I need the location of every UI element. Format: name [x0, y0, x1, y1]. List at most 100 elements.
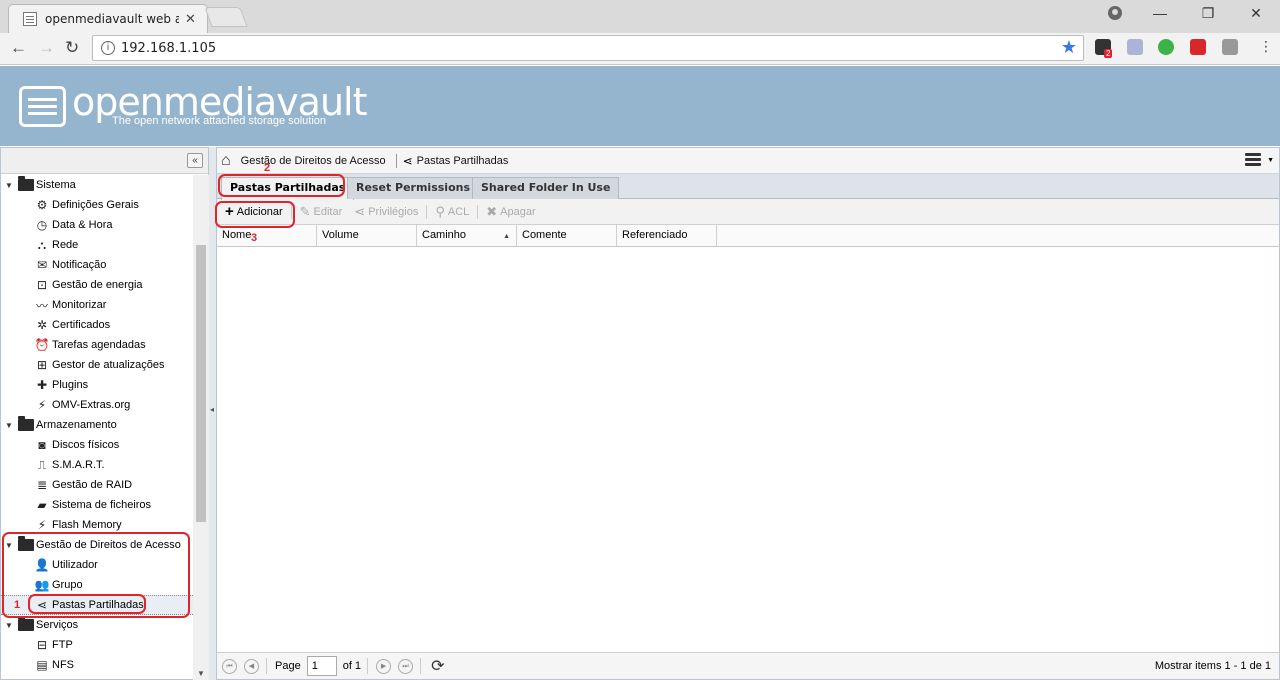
tree-group-node[interactable]: ▼ Serviços	[1, 615, 193, 635]
menu-dropdown-icon[interactable]: ▼	[1267, 157, 1274, 164]
tree-group-node[interactable]: ▼ Sistema	[1, 175, 193, 195]
previous-page-icon[interactable]: ◀	[244, 658, 259, 674]
page-favicon-icon	[23, 12, 37, 26]
tab-shared-folders[interactable]: Pastas Partilhadas	[221, 177, 355, 200]
annotation-number-3: 3	[251, 232, 258, 244]
splitter-arrow-icon[interactable]: ◂	[210, 405, 214, 414]
folder-icon: ▰	[37, 498, 47, 512]
tree-item[interactable]: ≣ Gestão de RAID	[1, 475, 193, 495]
back-arrow-icon[interactable]: ←	[10, 38, 27, 58]
column-header-volume[interactable]: Volume	[317, 225, 417, 246]
tree-item[interactable]: ⏰ Tarefas agendadas	[1, 335, 193, 355]
panel-splitter[interactable]: ◂	[209, 147, 216, 680]
tree-item[interactable]: ▤ NFS	[1, 655, 193, 675]
delete-button[interactable]: ✖ Apagar	[482, 202, 539, 222]
hamburger-menu-icon[interactable]	[1245, 153, 1261, 167]
acl-button[interactable]: ⚲ ACL	[431, 202, 473, 222]
tree-item[interactable]: ✉ Notificação	[1, 255, 193, 275]
main-panel: ⌂ Gestão de Direitos de Acesso ⋖ Pastas …	[216, 147, 1280, 680]
navigation-panel-header: «	[1, 148, 208, 174]
first-page-icon[interactable]: ⏮	[222, 658, 237, 674]
tree-item[interactable]: ⎍ S.M.A.R.T.	[1, 455, 193, 475]
annotation-number-1: 1	[14, 599, 21, 611]
tree-item[interactable]: ◙ Discos físicos	[1, 435, 193, 455]
last-page-icon[interactable]: ⏭	[398, 658, 414, 674]
extension-icon-2[interactable]	[1127, 39, 1143, 55]
minimize-button[interactable]: —	[1136, 5, 1184, 21]
tree-item[interactable]: 👤 Utilizador	[1, 555, 193, 575]
privileges-button[interactable]: ⋖ Privilégios	[350, 202, 422, 222]
url-text[interactable]: 192.168.1.105	[121, 41, 216, 56]
browser-tab-strip: openmediavault web adr ✕ — ❐ ✕	[0, 0, 1280, 33]
tree-scrollbar-thumb[interactable]	[196, 245, 206, 522]
tree-item[interactable]: ✲ Certificados	[1, 315, 193, 335]
tree-item[interactable]: ⊟ FTP	[1, 635, 193, 655]
clock-icon: ◷	[36, 218, 48, 232]
expand-toggle-icon[interactable]: ▼	[5, 421, 15, 430]
omv-logo-icon	[19, 86, 66, 127]
share-icon: ⋖	[402, 153, 413, 168]
tab-close-icon[interactable]: ✕	[185, 11, 196, 27]
tree-item[interactable]: ⚡ OMV-Extras.org	[1, 395, 193, 415]
scroll-down-icon[interactable]: ▼	[197, 669, 205, 678]
tree-item[interactable]: ⚡ Flash Memory	[1, 515, 193, 535]
column-header-referenced[interactable]: Referenciado	[617, 225, 717, 246]
address-bar[interactable]: i 192.168.1.105 ★	[92, 35, 1084, 61]
column-header-name[interactable]: Nome	[217, 225, 317, 246]
annotation-number-2: 2	[264, 162, 271, 174]
share-icon: ⋖	[36, 598, 48, 612]
plus-icon: +	[225, 203, 234, 220]
expand-toggle-icon[interactable]: ▼	[5, 621, 15, 630]
tree-item-label: NFS	[52, 659, 74, 671]
tree-item[interactable]: ⚙ Definições Gerais	[1, 195, 193, 215]
bookmark-star-icon[interactable]: ★	[1061, 37, 1077, 58]
close-window-button[interactable]: ✕	[1232, 5, 1280, 22]
home-icon[interactable]: ⌂	[221, 152, 231, 170]
browser-tab[interactable]: openmediavault web adr ✕	[8, 4, 208, 33]
page-number-input[interactable]	[306, 656, 337, 676]
next-page-icon[interactable]: ▶	[376, 658, 392, 674]
expand-toggle-icon[interactable]: ▼	[5, 181, 15, 190]
tree-scrollbar[interactable]: ▼	[193, 175, 209, 680]
column-header-path[interactable]: Caminho ▲	[417, 225, 517, 246]
tree-item[interactable]: ⊡ Gestão de energia	[1, 275, 193, 295]
column-header-comment[interactable]: Comente	[517, 225, 617, 246]
tree-group-node[interactable]: ▼ Armazenamento	[1, 415, 193, 435]
site-info-icon[interactable]: i	[101, 41, 115, 55]
profile-icon[interactable]	[1108, 6, 1122, 20]
edit-icon: ✎	[299, 203, 311, 219]
expand-toggle-icon[interactable]: ▼	[5, 541, 15, 550]
tab-shared-folder-in-use[interactable]: Shared Folder In Use	[472, 177, 620, 199]
breadcrumb-separator	[395, 153, 397, 168]
maximize-button[interactable]: ❐	[1184, 5, 1232, 22]
extension-icon-4[interactable]	[1190, 39, 1206, 55]
tree-item[interactable]: ▰ Sistema de ficheiros	[1, 495, 193, 515]
tree-item-label: Monitorizar	[52, 299, 107, 311]
grid-body[interactable]	[217, 247, 1279, 647]
extension-icon-3[interactable]	[1158, 39, 1174, 55]
tree-group-label: Gestão de Direitos de Acesso	[36, 539, 181, 551]
tree-group-node[interactable]: ▼ Gestão de Direitos de Acesso	[1, 535, 193, 555]
tree-item[interactable]: ✚ Plugins	[1, 375, 193, 395]
tree-item[interactable]: ⋖ Pastas Partilhadas	[1, 595, 193, 615]
extension-icon-5[interactable]	[1222, 39, 1238, 55]
delete-button-label: Apagar	[500, 205, 536, 218]
tree-item[interactable]: 〰 Monitorizar	[1, 295, 193, 315]
tree-item[interactable]: ⛬ Rede	[1, 235, 193, 255]
new-tab-button[interactable]	[204, 7, 248, 27]
breadcrumb-section[interactable]: Gestão de Direitos de Acesso	[241, 155, 386, 167]
certificate-icon: ✲	[36, 318, 48, 332]
edit-button[interactable]: ✎ Editar	[296, 202, 347, 222]
add-button[interactable]: + Adicionar	[221, 202, 287, 222]
power-icon: ⊡	[36, 278, 48, 292]
collapse-panel-button[interactable]: «	[187, 153, 203, 168]
refresh-icon[interactable]: ⟳	[431, 656, 444, 676]
tree-item[interactable]: 👥 Grupo	[1, 575, 193, 595]
forward-arrow-icon[interactable]: →	[38, 38, 55, 58]
tree-item-label: Rede	[52, 239, 79, 251]
reload-icon[interactable]: ↻	[65, 38, 79, 58]
browser-menu-icon[interactable]: ⋮	[1259, 38, 1273, 55]
tree-item[interactable]: ◷ Data & Hora	[1, 215, 193, 235]
tab-reset-permissions[interactable]: Reset Permissions	[347, 177, 480, 199]
tree-item[interactable]: ⊞ Gestor de atualizações	[1, 355, 193, 375]
